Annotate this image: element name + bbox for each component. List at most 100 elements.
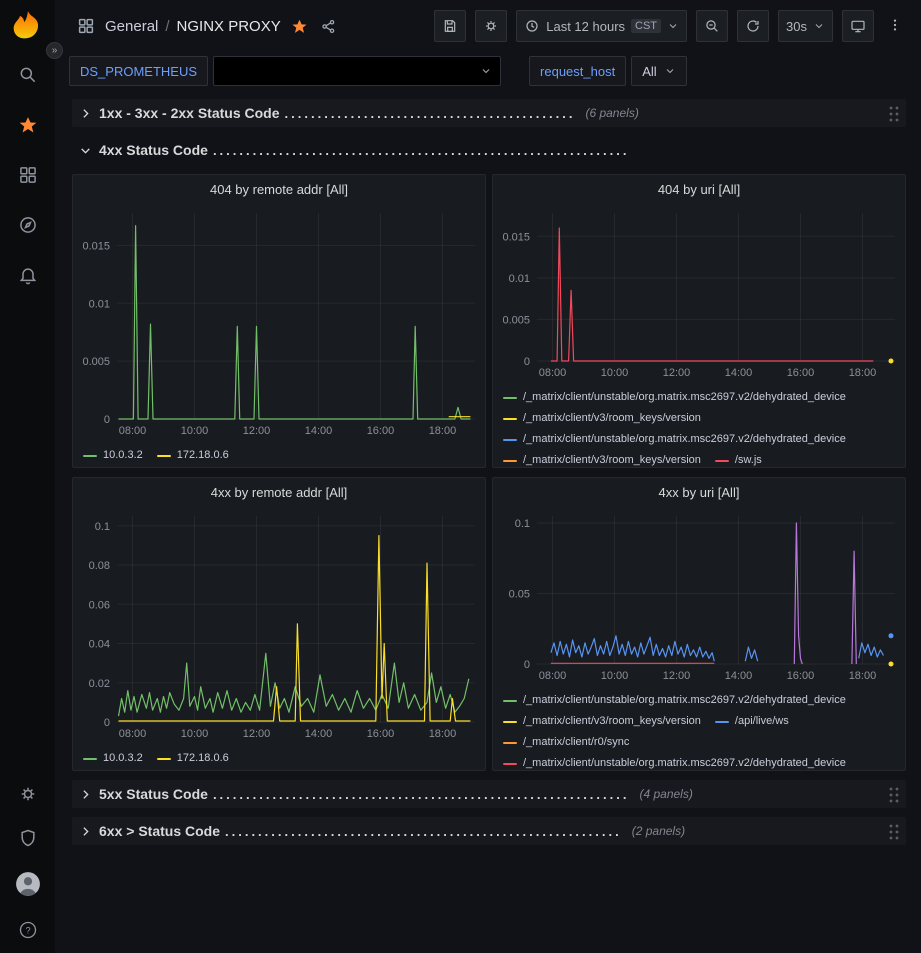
panel-title[interactable]: 4xx by remote addr [All] [73, 478, 485, 506]
svg-text:18:00: 18:00 [429, 728, 457, 740]
settings-gear-icon[interactable] [17, 783, 39, 805]
svg-text:14:00: 14:00 [305, 425, 333, 437]
breadcrumb-folder[interactable]: General [105, 18, 158, 35]
legend-label: /_matrix/client/r0/sync [523, 732, 629, 753]
row-1xx-3xx-2xx-status-code[interactable]: 1xx - 3xx - 2xx Status Code ............… [72, 99, 906, 127]
topbar-actions: Last 12 hours CST 30s [434, 10, 907, 42]
server-admin-shield-icon[interactable] [17, 827, 39, 849]
row-5xx-status-code[interactable]: 5xx Status Code ........................… [72, 780, 906, 808]
legend-item[interactable]: /_matrix/client/unstable/org.matrix.msc2… [503, 690, 846, 711]
legend-item[interactable]: /_matrix/client/v3/room_keys/version [503, 711, 701, 732]
request-host-variable-label[interactable]: request_host [529, 56, 626, 86]
alerting-bell-icon[interactable] [17, 264, 39, 286]
chevron-right-icon [79, 825, 92, 838]
chevron-down-icon [667, 20, 679, 32]
time-range-picker[interactable]: Last 12 hours CST [516, 10, 687, 42]
kebab-menu-icon [887, 15, 903, 35]
legend-item[interactable]: /_matrix/client/v3/room_keys/version [503, 408, 701, 429]
chevron-down-icon [664, 65, 676, 77]
search-icon[interactable] [17, 64, 39, 86]
save-dashboard-button[interactable] [434, 10, 466, 42]
legend-item[interactable]: 10.0.3.2 [83, 748, 143, 769]
legend-label: 172.18.0.6 [177, 748, 229, 769]
row-drag-handle[interactable] [888, 105, 899, 122]
panel-title[interactable]: 404 by remote addr [All] [73, 175, 485, 203]
legend-item[interactable]: /_matrix/client/unstable/org.matrix.msc2… [503, 387, 846, 408]
tv-mode-button[interactable] [842, 10, 874, 42]
legend-swatch [83, 758, 97, 760]
time-series-chart[interactable]: 08:0010:0012:0014:0016:0018:0000.050.1 [493, 506, 905, 684]
legend-item[interactable]: /api/live/ws [715, 711, 789, 732]
svg-text:0.1: 0.1 [515, 518, 530, 530]
time-series-chart[interactable]: 08:0010:0012:0014:0016:0018:0000.020.040… [73, 506, 485, 742]
chevron-down-icon [79, 144, 92, 157]
legend-item[interactable]: /_matrix/client/r0/sync [503, 732, 629, 753]
svg-text:08:00: 08:00 [539, 670, 567, 682]
svg-text:14:00: 14:00 [725, 367, 753, 379]
legend-label: /_matrix/client/unstable/org.matrix.msc2… [523, 429, 846, 450]
legend-swatch [503, 763, 517, 765]
legend-item[interactable]: 172.18.0.6 [157, 445, 229, 466]
help-icon[interactable]: ? [17, 919, 39, 941]
legend-item[interactable]: /_matrix/client/v3/room_keys/version [503, 450, 701, 467]
legend-item[interactable]: /_matrix/client/unstable/org.matrix.msc2… [503, 753, 846, 770]
legend-item[interactable]: 172.18.0.6 [157, 748, 229, 769]
favorite-star-icon[interactable] [291, 18, 308, 35]
legend-item[interactable]: /_matrix/client/unstable/org.matrix.msc2… [503, 429, 846, 450]
profile-avatar[interactable] [15, 871, 41, 897]
svg-text:0.08: 0.08 [89, 560, 110, 572]
grafana-logo-icon[interactable] [9, 8, 47, 46]
svg-text:10:00: 10:00 [601, 367, 629, 379]
panel-title[interactable]: 404 by uri [All] [493, 175, 905, 203]
apps-grid-icon[interactable] [77, 17, 95, 35]
main-area: General / NGINX PROXY [55, 0, 921, 953]
datasource-variable-value[interactable] [213, 56, 501, 86]
row-6xx-status-code[interactable]: 6xx > Status Code ......................… [72, 817, 906, 845]
share-icon[interactable] [320, 18, 337, 35]
row-4xx-status-code[interactable]: 4xx Status Code ........................… [72, 136, 906, 164]
refresh-button[interactable] [737, 10, 769, 42]
panel-title[interactable]: 4xx by uri [All] [493, 478, 905, 506]
row-drag-handle[interactable] [888, 823, 899, 840]
clock-icon [524, 18, 540, 34]
zoom-out-button[interactable] [696, 10, 728, 42]
panel-4xx-by-remote-addr: 4xx by remote addr [All] 08:0010:0012:00… [72, 477, 486, 771]
kebab-menu-button[interactable] [883, 10, 907, 42]
row-title: 6xx > Status Code [99, 823, 220, 839]
svg-text:0.06: 0.06 [89, 599, 110, 611]
time-range-label: Last 12 hours [546, 19, 625, 34]
legend-label: 10.0.3.2 [103, 445, 143, 466]
legend-label: /_matrix/client/v3/room_keys/version [523, 408, 701, 429]
legend-item[interactable]: /sw.js [715, 450, 762, 467]
datasource-variable-label[interactable]: DS_PROMETHEUS [69, 56, 208, 86]
row-dots: ........................................… [213, 787, 630, 802]
dashboards-icon[interactable] [17, 164, 39, 186]
svg-text:0.015: 0.015 [502, 231, 530, 243]
panel-404-by-uri: 404 by uri [All] 08:0010:0012:0014:0016:… [492, 174, 906, 468]
refresh-interval-select[interactable]: 30s [778, 10, 833, 42]
dashboard-title[interactable]: NGINX PROXY [177, 18, 281, 35]
svg-text:10:00: 10:00 [181, 728, 209, 740]
legend-swatch [503, 439, 517, 441]
chart-legend: /_matrix/client/unstable/org.matrix.msc2… [493, 381, 905, 467]
legend-label: /sw.js [735, 450, 762, 467]
sidebar-nav [17, 64, 39, 286]
svg-text:16:00: 16:00 [787, 367, 815, 379]
tv-mode-icon [850, 18, 866, 34]
panels-grid: 404 by remote addr [All] 08:0010:0012:00… [55, 164, 921, 771]
svg-text:0.005: 0.005 [502, 314, 530, 326]
svg-text:08:00: 08:00 [539, 367, 567, 379]
dashboard-settings-button[interactable] [475, 10, 507, 42]
sidebar-expand-toggle[interactable]: » [46, 42, 63, 59]
legend-label: /_matrix/client/unstable/org.matrix.msc2… [523, 690, 846, 711]
explore-compass-icon[interactable] [17, 214, 39, 236]
request-host-variable-value[interactable]: All [631, 56, 686, 86]
chevron-down-icon [813, 20, 825, 32]
row-drag-handle[interactable] [888, 786, 899, 803]
svg-text:0.005: 0.005 [82, 356, 110, 368]
starred-dashboards-icon[interactable] [17, 114, 39, 136]
time-series-chart[interactable]: 08:0010:0012:0014:0016:0018:0000.0050.01… [493, 203, 905, 381]
legend-item[interactable]: 10.0.3.2 [83, 445, 143, 466]
time-series-chart[interactable]: 08:0010:0012:0014:0016:0018:0000.0050.01… [73, 203, 485, 439]
legend-label: /_matrix/client/v3/room_keys/version [523, 450, 701, 467]
